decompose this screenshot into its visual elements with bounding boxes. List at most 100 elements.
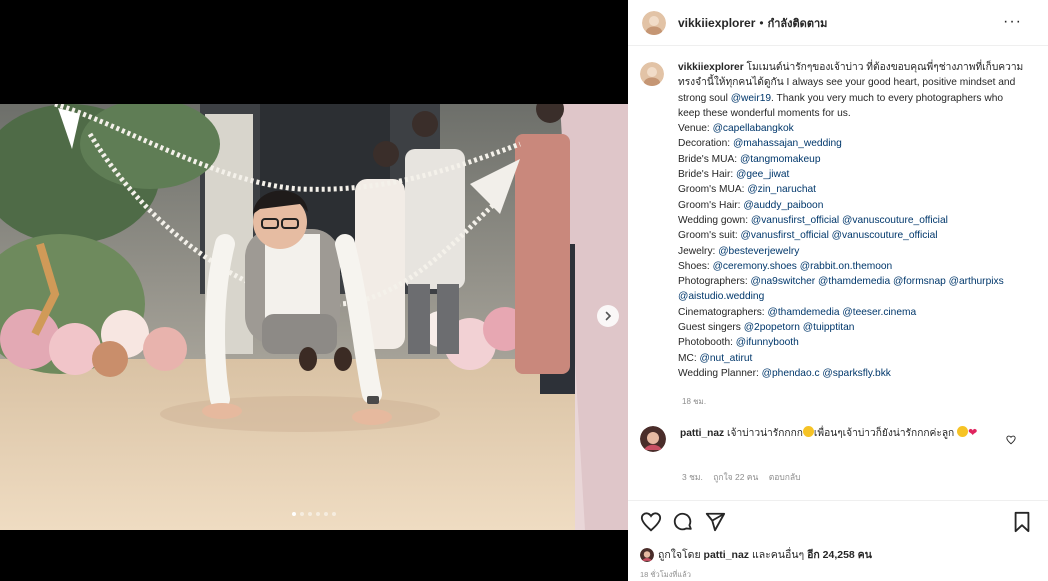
credit-label: Decoration: <box>678 138 733 150</box>
credit-label: Groom's suit: <box>678 230 741 242</box>
post-header: vikkiiexplorer • กำลังติดตาม <box>628 0 1048 46</box>
credit-line: MC: @nut_atirut <box>678 351 1025 366</box>
caption-username[interactable]: vikkiiexplorer <box>678 62 744 73</box>
divider <box>628 500 1048 501</box>
mention-link[interactable]: @thamdemedia <box>818 276 890 287</box>
carousel-indicator <box>0 512 628 516</box>
credit-line: Shoes: @ceremony.shoes @rabbit.on.themoo… <box>678 259 1025 274</box>
credit-label: Bride's MUA: <box>678 153 740 165</box>
commenter-avatar[interactable] <box>640 426 666 452</box>
credit-line: Guest singers @2popetorn @tuipptitan <box>678 320 1025 335</box>
carousel-dot <box>292 512 296 516</box>
credit-label: Bride's Hair: <box>678 169 736 181</box>
credit-line: Wedding Planner: @phendao.c @sparksfly.b… <box>678 366 1025 381</box>
comment-text-b: เพื่อนๆเจ้าบ่าวก็ยังน่ารักกกค่ะลูก <box>813 428 955 439</box>
mention-link[interactable]: @rabbit.on.themoon <box>800 261 892 272</box>
carousel-dot <box>300 512 304 516</box>
mention-link[interactable]: @2popetorn <box>744 322 800 333</box>
credit-label: Cinematographers: <box>678 306 768 318</box>
share-icon[interactable] <box>704 511 726 538</box>
liker-username[interactable]: patti_naz <box>704 549 750 561</box>
comment-like-icon[interactable] <box>1006 432 1016 450</box>
carousel-dot <box>308 512 312 516</box>
mention-link[interactable]: @na9switcher <box>751 276 816 287</box>
laughing-emoji-icon <box>802 426 814 437</box>
mention-link[interactable]: @sparksfly.bkk <box>822 368 890 379</box>
credit-label: Wedding Planner: <box>678 367 762 379</box>
mention-link[interactable]: @zin_naruchat <box>747 184 816 195</box>
mention-link[interactable]: @gee_jiwat <box>736 169 789 180</box>
credit-label: Jewelry: <box>678 245 719 257</box>
mention-link[interactable]: @ifunnybooth <box>736 337 799 348</box>
post-timestamp: 18 ชั่วโมงที่แล้ว <box>640 570 691 579</box>
credit-line: Venue: @capellabangkok <box>678 121 1025 136</box>
mention-link[interactable]: @phendao.c <box>762 368 820 379</box>
liker-avatar[interactable] <box>640 547 654 562</box>
credit-line: Bride's MUA: @tangmomakeup <box>678 152 1025 167</box>
comment-text-a: เจ้าบ่าวน่ารักกกก <box>727 428 803 439</box>
credit-line: Photographers: @na9switcher @thamdemedia… <box>678 274 1025 305</box>
mention-link[interactable]: @auddy_paiboon <box>743 200 823 211</box>
red-heart-emoji-icon: ❤ <box>968 427 978 439</box>
carousel-dot <box>316 512 320 516</box>
comment-timestamp: 3 ชม. <box>682 472 703 482</box>
mention-link[interactable]: @vanusfirst_official <box>751 215 839 226</box>
caption-timestamp: 18 ชม. <box>682 397 707 406</box>
credit-label: Photobooth: <box>678 337 736 349</box>
mention-link[interactable]: @teeser.cinema <box>842 307 916 318</box>
mention-link[interactable]: @besteverjewelry <box>718 246 799 257</box>
comment-likes-count[interactable]: ถูกใจ 22 คน <box>713 472 758 482</box>
mention-link[interactable]: @weir19 <box>731 93 771 104</box>
author-username[interactable]: vikkiiexplorer <box>678 16 755 30</box>
wedding-photo-illustration <box>0 104 628 530</box>
post-actions <box>640 511 1036 535</box>
next-image-button[interactable] <box>597 305 619 327</box>
post-media <box>0 0 628 581</box>
like-heart-icon[interactable] <box>640 511 662 538</box>
post-side-panel: vikkiiexplorer • กำลังติดตาม ··· vikkiie… <box>628 0 1048 581</box>
comment-item: patti_naz เจ้าบ่าวน่ารักกกก เพื่อนๆเจ้าบ่… <box>640 426 1025 452</box>
carousel-dot <box>324 512 328 516</box>
mention-link[interactable]: @thamdemedia <box>767 307 839 318</box>
likes-count[interactable]: อีก 24,258 คน <box>807 546 872 563</box>
likes-middle: และคนอื่นๆ <box>751 549 805 561</box>
mention-link[interactable]: @aistudio.wedding <box>678 291 764 302</box>
mention-link[interactable]: @formsnap <box>893 276 946 287</box>
following-button[interactable]: กำลังติดตาม <box>768 14 828 32</box>
mention-link[interactable]: @ceremony.shoes <box>713 261 797 272</box>
credit-line: Cinematographers: @thamdemedia @teeser.c… <box>678 305 1025 320</box>
credit-label: Shoes: <box>678 260 713 272</box>
carousel-dot <box>332 512 336 516</box>
comment-icon[interactable] <box>672 511 694 538</box>
comment-text: patti_naz เจ้าบ่าวน่ารักกกก เพื่อนๆเจ้าบ่… <box>680 426 990 452</box>
mention-link[interactable]: @nut_atirut <box>700 353 753 364</box>
credits-list: Venue: @capellabangkok Decoration: @mahas… <box>678 121 1025 381</box>
mention-link[interactable]: @tuipptitan <box>803 322 855 333</box>
post-caption: vikkiiexplorer โมเมนต์น่ารักๆของเจ้าบ่าว… <box>640 60 1025 381</box>
credit-line: Wedding gown: @vanusfirst_official @vanu… <box>678 213 1025 228</box>
author-avatar[interactable] <box>642 10 666 35</box>
mention-link[interactable]: @tangmomakeup <box>740 154 821 165</box>
caption-author-avatar[interactable] <box>640 62 664 86</box>
laughing-emoji-icon <box>957 426 969 437</box>
mention-link[interactable]: @vanuscouture_official <box>842 215 948 226</box>
save-bookmark-icon[interactable] <box>1012 511 1032 538</box>
credit-label: Photographers: <box>678 276 751 288</box>
likes-prefix: ถูกใจโดย <box>658 549 701 561</box>
mention-link[interactable]: @vanusfirst_official <box>741 230 829 241</box>
commenter-username[interactable]: patti_naz <box>680 428 724 439</box>
more-options-icon[interactable]: ··· <box>1003 13 1022 31</box>
mention-link[interactable]: @mahassajan_wedding <box>733 138 842 149</box>
mention-link[interactable]: @arthurpixs <box>949 276 1004 287</box>
header-separator: • <box>759 15 764 30</box>
mention-link[interactable]: @capellabangkok <box>713 123 794 134</box>
credit-line: Decoration: @mahassajan_wedding <box>678 136 1025 151</box>
credit-line: Groom's suit: @vanusfirst_official @vanu… <box>678 228 1025 243</box>
wedding-photo <box>0 104 628 530</box>
credit-label: Groom's Hair: <box>678 199 744 211</box>
mention-link[interactable]: @vanuscouture_official <box>832 230 938 241</box>
caption-text: vikkiiexplorer โมเมนต์น่ารักๆของเจ้าบ่าว… <box>678 60 1025 381</box>
reply-button[interactable]: ตอบกลับ <box>769 472 801 482</box>
comment-meta: 3 ชม. ถูกใจ 22 คน ตอบกลับ <box>682 470 808 484</box>
credit-line: Photobooth: @ifunnybooth <box>678 335 1025 350</box>
